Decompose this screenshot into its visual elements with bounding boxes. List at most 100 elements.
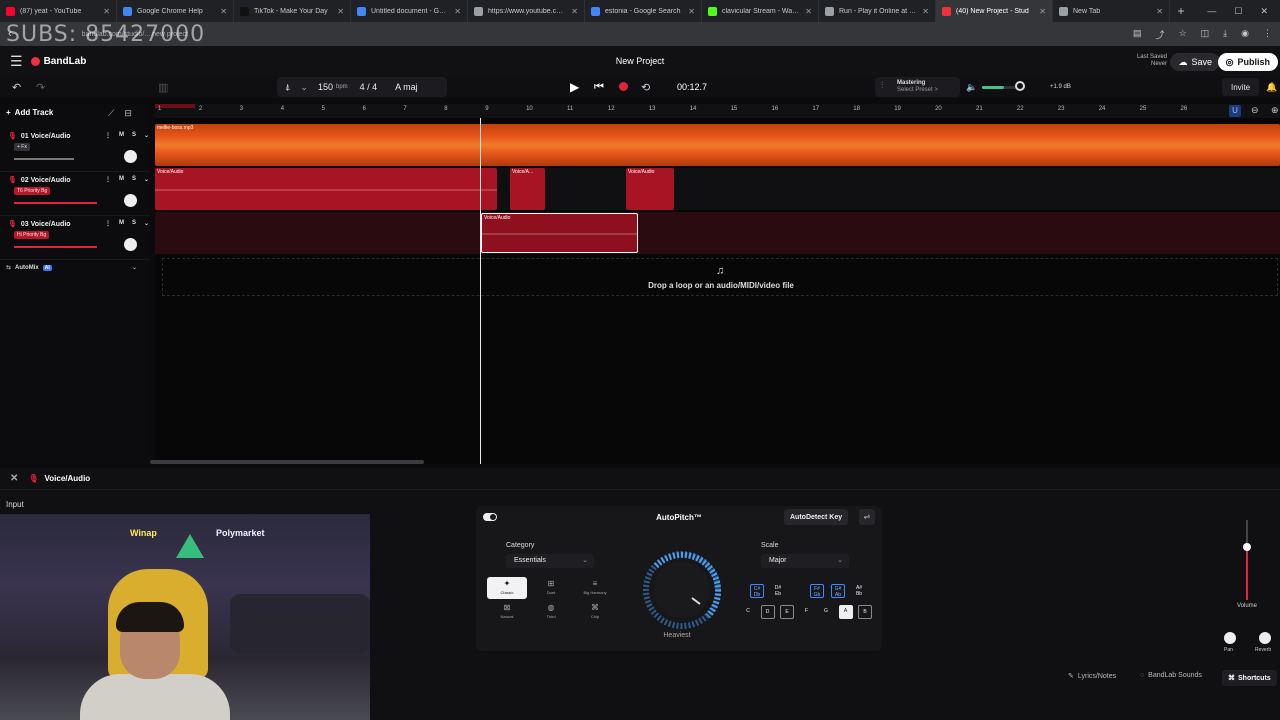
maximize-icon[interactable]: ☐ — [1234, 6, 1242, 17]
tab-close-icon[interactable]: ✕ — [103, 7, 110, 16]
sharp-key[interactable]: F# Gb — [810, 584, 824, 598]
browser-tab[interactable]: TikTok - Make Your Day ✕ — [234, 0, 351, 22]
track-name[interactable]: 🎙 01 Voice/Audio — [8, 132, 71, 141]
track-header[interactable]: 🎙 03 Voice/Audio ⋮ M S ⌄ Hi Priority Bg — [0, 216, 150, 260]
bpm-value[interactable]: 150 — [318, 82, 333, 92]
sharp-key[interactable]: D# Eb — [771, 584, 785, 598]
lane-track-1[interactable]: mellie-boss.mp3 — [155, 124, 1280, 166]
hamburger-menu-icon[interactable]: ☰ — [10, 53, 23, 70]
timeline-ruler[interactable]: U ⊖ ⊕ 1 2 3 4 5 6 7 8 9 10 11 12 13 14 15 16 17 18 19 20 21 2… — [155, 104, 1280, 118]
sharp-key[interactable]: A# Bb — [852, 584, 866, 598]
browser-tab[interactable]: (40) New Project - Stud ✕ — [936, 0, 1053, 22]
natural-key[interactable]: D — [760, 605, 775, 619]
track-pan-knob[interactable] — [124, 194, 137, 207]
track-name[interactable]: 🎙 02 Voice/Audio — [8, 176, 71, 185]
metronome-chevron-icon[interactable]: ⌄ — [300, 82, 308, 93]
master-volume-knob[interactable] — [1015, 81, 1025, 91]
natural-key[interactable]: A — [838, 605, 853, 619]
track-header[interactable]: 🎙 02 Voice/Audio ⋮ M S ⌄ T6 Priority Bg — [0, 172, 150, 216]
save-button[interactable]: ☁ Save — [1170, 53, 1220, 71]
selected-audio-clip[interactable]: Voice/Audio — [481, 213, 638, 253]
tab-close-icon[interactable]: ✕ — [220, 7, 227, 16]
time-signature[interactable]: 4 / 4 — [360, 82, 378, 92]
speaker-icon[interactable]: 🔈 — [966, 82, 977, 93]
close-icon[interactable]: ✕ — [10, 473, 18, 484]
metronome-icon[interactable]: ⍋ — [285, 82, 290, 93]
audio-clip[interactable]: Voice/Audio — [626, 168, 674, 210]
style-option[interactable]: ⊞ Duet — [531, 577, 571, 599]
category-select[interactable]: Essentials ⌄ — [506, 554, 594, 568]
audio-clip[interactable]: Voice/A... — [510, 168, 545, 210]
autopitch-settings-icon[interactable]: ⇌ — [859, 509, 875, 525]
sharp-key[interactable]: G# Ab — [831, 584, 845, 598]
solo-button[interactable]: S — [132, 132, 136, 139]
browser-tab[interactable]: Google Chrome Help ✕ — [117, 0, 234, 22]
menu-kebab-icon[interactable]: ⋮ — [1263, 28, 1272, 41]
drop-zone[interactable]: ♫ Drop a loop or an audio/MIDI/video fil… — [162, 258, 1278, 296]
scale-select[interactable]: Major ⌄ — [761, 554, 849, 568]
key-value[interactable]: A maj — [395, 82, 418, 92]
solo-button[interactable]: S — [132, 220, 136, 227]
new-tab-button[interactable]: + — [1170, 4, 1192, 18]
publish-button[interactable]: ◎ Publish — [1217, 53, 1278, 71]
browser-tab[interactable]: https://www.youtube.com/ ✕ — [468, 0, 585, 22]
fx-badge[interactable]: Hi Priority Bg — [14, 231, 50, 239]
natural-key[interactable]: F — [800, 605, 814, 619]
audio-clip[interactable]: Voice/Audio — [155, 168, 497, 210]
automix-chevron-icon[interactable]: ⌄ — [132, 264, 137, 271]
lane-track-2[interactable]: Voice/Audio Voice/A... Voice/Audio — [155, 168, 1280, 210]
browser-tab[interactable]: estonia - Google Search ✕ — [585, 0, 702, 22]
automix-row[interactable]: ⇆ AutoMix AI ⌄ — [6, 264, 137, 271]
extension-icon[interactable]: ▤ — [1133, 28, 1142, 41]
browser-tab[interactable]: clavicular Stream - Watch ✕ — [702, 0, 819, 22]
lane-track-3[interactable]: Voice/Audio — [155, 212, 1280, 254]
track-volume-slider[interactable] — [14, 158, 74, 160]
chevron-down-icon[interactable]: ⌄ — [144, 176, 149, 183]
track-volume-fader[interactable] — [1243, 520, 1251, 600]
redo-icon[interactable]: ↷ — [36, 81, 45, 94]
sharp-key[interactable]: C# Db — [750, 584, 764, 598]
browser-tab[interactable]: New Tab ✕ — [1053, 0, 1170, 22]
tab-close-icon[interactable]: ✕ — [571, 7, 578, 16]
track-pan-knob[interactable] — [124, 150, 137, 163]
minimize-icon[interactable]: — — [1207, 6, 1216, 17]
wand-icon[interactable]: ⟋ — [108, 108, 114, 119]
zoom-in-icon[interactable]: ⊕ — [1271, 105, 1279, 116]
share-icon[interactable]: ⤴ — [1156, 28, 1165, 41]
tab-close-icon[interactable]: ✕ — [337, 7, 344, 16]
track-pan-knob[interactable] — [124, 238, 137, 251]
horizontal-scrollbar[interactable] — [150, 460, 424, 464]
browser-tab[interactable]: Untitled document - Google ✕ — [351, 0, 468, 22]
volume-fader-knob[interactable] — [1243, 543, 1251, 551]
undo-icon[interactable]: ↶ — [12, 81, 21, 94]
fx-badge[interactable]: T6 Priority Bg — [14, 187, 51, 195]
profile-icon[interactable]: ◉ — [1241, 28, 1249, 41]
natural-key[interactable]: E — [780, 605, 794, 619]
snap-magnet-icon[interactable]: U — [1229, 105, 1241, 117]
autodetect-key-button[interactable]: AutoDetect Key — [784, 509, 849, 525]
record-button[interactable] — [619, 82, 628, 91]
fx-badge[interactable]: + Fx — [14, 143, 30, 151]
style-option[interactable]: ⊠ Natural — [487, 601, 527, 623]
natural-key[interactable]: G — [819, 605, 833, 619]
tab-close-icon[interactable]: ✕ — [1039, 7, 1046, 16]
solo-button[interactable]: S — [132, 176, 136, 183]
play-icon[interactable]: ▶ — [570, 80, 579, 94]
add-track-button[interactable]: + Add Track — [6, 108, 53, 117]
bookmark-star-icon[interactable]: ☆ — [1179, 28, 1187, 41]
download-icon[interactable]: ⤓ — [1223, 28, 1227, 41]
piano-roll-icon[interactable]: ▥ — [158, 81, 168, 94]
bandlab-logo[interactable]: BandLab — [30, 56, 86, 67]
loop-icon[interactable]: ⟲ — [641, 81, 650, 94]
sidepanel-icon[interactable]: ◫ — [1201, 28, 1210, 41]
style-option[interactable]: ≡ Big Harmony — [575, 577, 615, 599]
track-volume-slider[interactable] — [14, 202, 97, 204]
natural-key[interactable]: B — [858, 605, 872, 619]
pitch-amount-dial[interactable] — [636, 544, 728, 636]
tab-close-icon[interactable]: ✕ — [805, 7, 812, 16]
tab-close-icon[interactable]: ✕ — [454, 7, 461, 16]
track-name[interactable]: 🎙 03 Voice/Audio — [8, 220, 71, 229]
mastering-button[interactable]: ⫶ Mastering Select Preset > — [875, 77, 960, 97]
bandlab-sounds-link[interactable]: ◌ BandLab Sounds — [1140, 672, 1202, 679]
style-option[interactable]: ⌘ Chip — [575, 601, 615, 623]
